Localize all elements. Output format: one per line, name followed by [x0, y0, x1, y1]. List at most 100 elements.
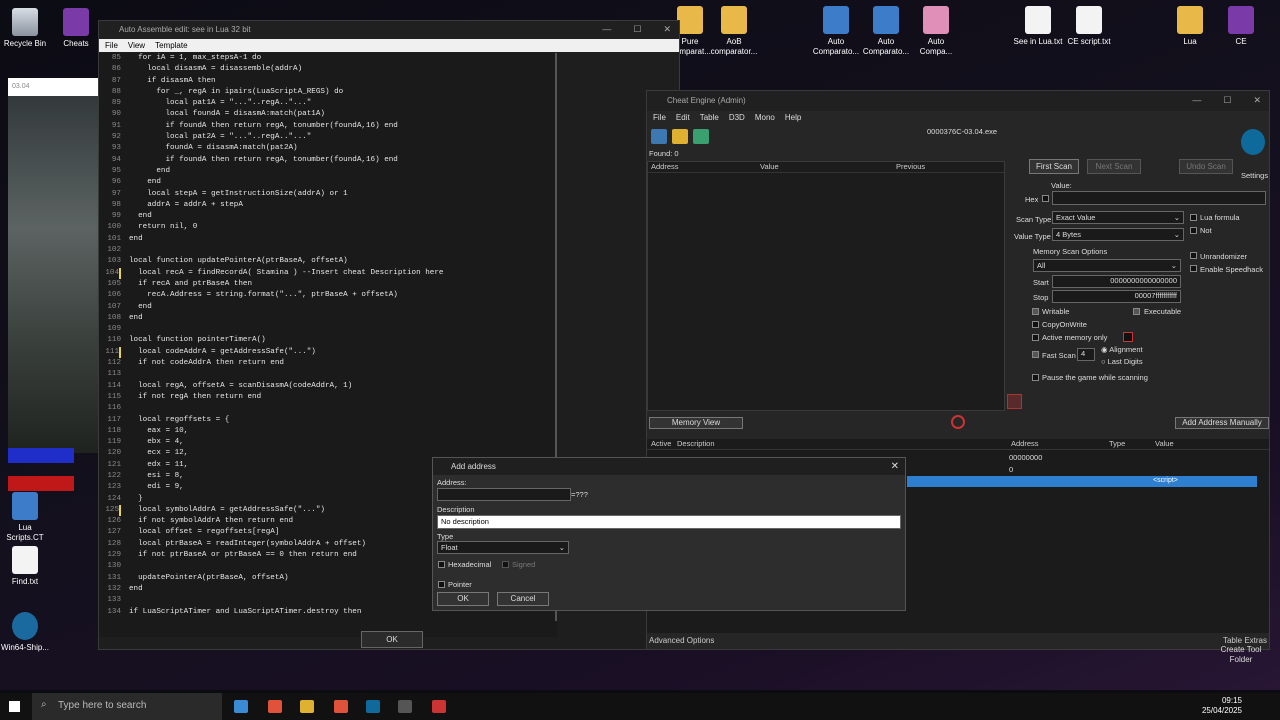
folder-icon[interactable]: CE	[1207, 6, 1275, 47]
minimize-icon[interactable]: —	[1192, 95, 1201, 106]
system-clock[interactable]: 09:15 25/04/2025	[1202, 696, 1242, 716]
gear-icon[interactable]: Win64-Ship...	[0, 612, 59, 653]
speedhack-checkbox[interactable]	[1190, 265, 1197, 272]
cheat-engine-logo-icon[interactable]	[1241, 129, 1265, 155]
code-line[interactable]: 115 if not regA then return end	[99, 392, 557, 403]
minimize-icon[interactable]: —	[602, 24, 611, 35]
menu-edit[interactable]: Edit	[676, 113, 690, 123]
fast-scan-input[interactable]: 4	[1077, 348, 1095, 361]
stop-input[interactable]: 00007fffffffffff	[1052, 290, 1181, 303]
column-description[interactable]: Description	[677, 439, 715, 448]
code-line[interactable]: 95 end	[99, 166, 557, 177]
close-icon[interactable]: ✕	[891, 461, 899, 472]
advanced-options[interactable]: Advanced Options	[649, 636, 714, 645]
address-input[interactable]	[437, 488, 571, 501]
app-icon[interactable]	[398, 700, 412, 713]
code-line[interactable]: 117 local regoffsets = {	[99, 415, 557, 426]
column-address[interactable]: Address	[648, 162, 760, 172]
code-line[interactable]: 107 end	[99, 302, 557, 313]
code-line[interactable]: 103 local function updatePointerA(ptrBase…	[99, 256, 557, 267]
code-line[interactable]: 92 local pat2A = "..."..regA.."..."	[99, 132, 557, 143]
clear-icon[interactable]	[1123, 332, 1133, 342]
file-explorer-icon[interactable]	[300, 700, 314, 713]
pointer-checkbox[interactable]	[438, 581, 445, 588]
menu-table[interactable]: Table	[700, 113, 719, 123]
maximize-icon[interactable]: ☐	[1223, 95, 1231, 106]
code-line[interactable]: 113	[99, 369, 557, 380]
code-line[interactable]: 112 if not codeAddrA then return end	[99, 358, 557, 369]
code-line[interactable]: 101 end	[99, 234, 557, 245]
next-scan-button[interactable]: Next Scan	[1087, 159, 1141, 174]
column-address[interactable]: Address	[1011, 439, 1039, 448]
code-line[interactable]: 111 local codeAddrA = getAddressSafe("..…	[99, 346, 557, 359]
table-row[interactable]: <script>	[907, 476, 1257, 487]
code-line[interactable]: 89 local pat1A = "..."..regA.."..."	[99, 98, 557, 109]
code-line[interactable]: 94 if foundA then return regA, tonumber(…	[99, 155, 557, 166]
add-address-manually-button[interactable]: Add Address Manually	[1175, 417, 1269, 429]
pause-game-checkbox[interactable]	[1032, 374, 1039, 381]
pointer-arrow-icon[interactable]	[1007, 394, 1022, 409]
menu-file[interactable]: File	[653, 113, 666, 123]
fast-scan-checkbox[interactable]	[1032, 351, 1039, 358]
cancel-button[interactable]: Cancel	[497, 592, 549, 606]
menu-d3d[interactable]: D3D	[729, 113, 745, 123]
description-input[interactable]: No description	[437, 515, 901, 529]
code-line[interactable]: 109	[99, 324, 557, 335]
brave-icon[interactable]	[268, 700, 282, 713]
menu-view[interactable]: View	[128, 41, 145, 50]
code-line[interactable]: 118 eax = 10,	[99, 426, 557, 437]
save-icon[interactable]	[693, 129, 709, 144]
alignment-radio[interactable]: ◉ Alignment	[1101, 345, 1143, 354]
copyonwrite-checkbox[interactable]	[1032, 321, 1039, 328]
brave-icon[interactable]	[334, 700, 348, 713]
code-line[interactable]: 114 local regA, offsetA = scanDisasmA(co…	[99, 381, 557, 392]
code-line[interactable]: 97 local stepA = getInstructionSize(addr…	[99, 189, 557, 200]
ce-table-icon[interactable]: Lua Scripts.CT	[0, 492, 59, 543]
column-type[interactable]: Type	[1109, 439, 1125, 448]
settings-link[interactable]: Settings	[1241, 171, 1268, 180]
open-process-icon[interactable]	[651, 129, 667, 144]
windows-start-icon[interactable]	[9, 701, 20, 712]
menu-mono[interactable]: Mono	[755, 113, 775, 123]
task-view-icon[interactable]	[234, 700, 248, 713]
value-input[interactable]	[1052, 191, 1266, 205]
scan-type-select[interactable]: Exact Value ⌄	[1052, 211, 1184, 224]
create-tool-folder[interactable]: Create Tool Folder	[1212, 645, 1270, 665]
stop-icon[interactable]	[951, 415, 965, 429]
text-file-icon[interactable]: Find.txt	[0, 546, 59, 587]
menu-file[interactable]: File	[105, 41, 118, 50]
value-type-select[interactable]: 4 Bytes ⌄	[1052, 228, 1184, 241]
code-line[interactable]: 87 if disasmA then	[99, 76, 557, 87]
code-line[interactable]: 99 end	[99, 211, 557, 222]
cheat-engine-icon[interactable]	[366, 700, 380, 713]
undo-scan-button[interactable]: Undo Scan	[1179, 159, 1233, 174]
scan-results-list[interactable]: Address Value Previous	[647, 161, 1005, 411]
hex-checkbox[interactable]	[1042, 195, 1049, 202]
code-line[interactable]: 93 foundA = disasmA:match(pat2A)	[99, 143, 557, 154]
code-line[interactable]: 108 end	[99, 313, 557, 324]
open-file-icon[interactable]	[672, 129, 688, 144]
code-line[interactable]: 119 ebx = 4,	[99, 437, 557, 448]
memory-view-button[interactable]: Memory View	[649, 417, 743, 429]
hexadecimal-checkbox[interactable]	[438, 561, 445, 568]
taskbar-search[interactable]: ⌕ Type here to search	[32, 693, 222, 720]
writable-checkbox[interactable]	[1032, 308, 1039, 315]
record-icon[interactable]	[432, 700, 446, 713]
close-icon[interactable]: ✕	[663, 24, 671, 35]
column-value[interactable]: Value	[1155, 439, 1174, 448]
executable-checkbox[interactable]	[1133, 308, 1140, 315]
lua-ok-button[interactable]: OK	[361, 631, 423, 648]
code-line[interactable]: 88 for _, regA in ipairs(LuaScriptA_REGS…	[99, 87, 557, 98]
table-extras[interactable]: Table Extras	[1223, 636, 1267, 645]
code-line[interactable]: 110 local function pointerTimerA()	[99, 335, 557, 346]
code-line[interactable]: 104 local recA = findRecordA( Stamina ) …	[99, 267, 557, 279]
first-scan-button[interactable]: First Scan	[1029, 159, 1079, 174]
code-line[interactable]: 102	[99, 245, 557, 256]
start-input[interactable]: 0000000000000000	[1052, 275, 1181, 288]
menu-help[interactable]: Help	[785, 113, 801, 123]
code-line[interactable]: 98 addrA = addrA + stepA	[99, 200, 557, 211]
code-line[interactable]: 90 local foundA = disasmA:match(pat1A)	[99, 109, 557, 120]
code-line[interactable]: 91 if foundA then return regA, tonumber(…	[99, 121, 557, 132]
code-line[interactable]: 96 end	[99, 177, 557, 188]
column-active[interactable]: Active	[651, 439, 671, 448]
